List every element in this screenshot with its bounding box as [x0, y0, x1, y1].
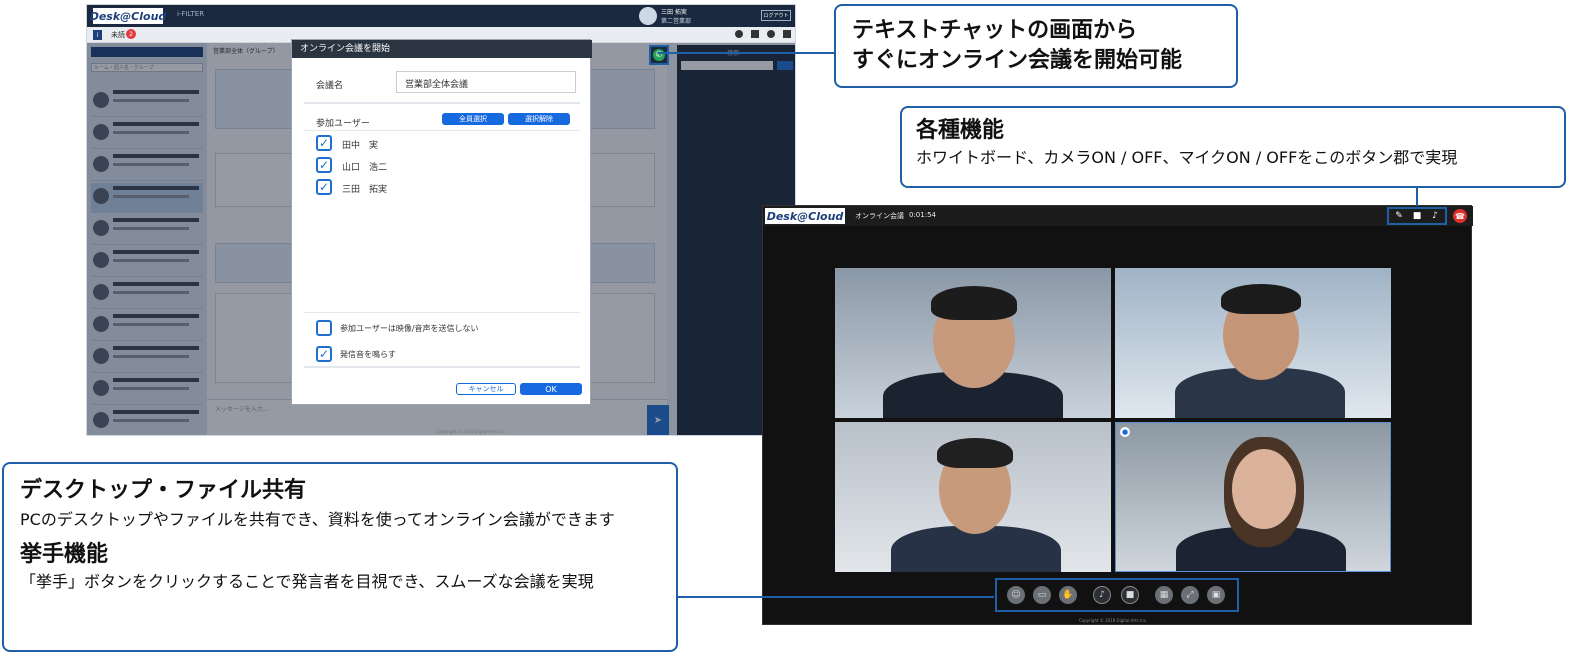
help-icon[interactable] [767, 30, 775, 38]
unread-label[interactable]: 未読 [111, 30, 125, 40]
video-tile-4[interactable]: ● [1115, 422, 1391, 572]
elapsed-time: 0:01:54 [909, 211, 936, 219]
mic-icon[interactable]: ♪ [1429, 210, 1441, 222]
ring-label: 発信音を鳴らす [340, 350, 396, 359]
participant-hair [1221, 284, 1301, 314]
cancel-button[interactable]: キャンセル [456, 383, 516, 395]
video-tile-1[interactable] [835, 268, 1111, 418]
select-all-button[interactable]: 全員選択 [442, 113, 504, 125]
start-meeting-button[interactable]: ✆ [649, 45, 669, 65]
camera-icon[interactable]: ■ [1411, 210, 1423, 222]
raised-hand-indicator: ● [1120, 427, 1130, 437]
no-send-checkbox[interactable]: ✓ [316, 320, 332, 336]
mic-icon[interactable]: ♪ [1093, 586, 1111, 604]
participants-icon[interactable]: ☺ [1007, 586, 1025, 604]
user-avatar [639, 7, 657, 25]
chat-copyright: Copyright © 2018 Digital Arts Inc. [437, 429, 506, 434]
callout-raise-hand-title: 挙手機能 [20, 542, 109, 567]
conference-window: Desk@Cloud オンライン会議 0:01:54 ✎ ■ ♪ ☎ ● ☺ ▭… [762, 205, 1473, 625]
divider [304, 102, 580, 104]
filter-tab[interactable]: i-FILTER [177, 10, 204, 18]
callout-features: 各種機能 ホワイトボード、カメラON / OFF、マイクON / OFFをこのボ… [900, 106, 1566, 188]
start-meeting-dialog: オンライン会議を開始 会議名 営業部全体会議 参加ユーザー 全員選択 選択解除 … [291, 39, 592, 405]
divider [304, 312, 580, 313]
info-icon[interactable]: i [93, 30, 102, 40]
participant-face [1232, 449, 1296, 529]
callout-share-and-hand: デスクトップ・ファイル共有 PCのデスクトップやファイルを共有でき、資料を使って… [2, 462, 678, 652]
contacts-icon[interactable] [783, 30, 791, 38]
video-tile-3[interactable] [835, 422, 1111, 572]
raise-hand-icon[interactable]: ✋ [1059, 586, 1077, 604]
callout-desktop-share-body: PCのデスクトップやファイルを共有でき、資料を使ってオンライン会議ができます [20, 510, 615, 529]
divider [304, 366, 580, 368]
callout-text-chat-line1: テキストチャットの画面から [852, 18, 1138, 43]
participant-hair [931, 286, 1017, 320]
conference-logo: Desk@Cloud [765, 208, 845, 224]
unread-badge: 2 [126, 29, 136, 39]
camera-icon[interactable]: ■ [1121, 586, 1139, 604]
deselect-all-button[interactable]: 選択解除 [508, 113, 570, 125]
logout-button[interactable]: ログアウト [761, 10, 791, 21]
conference-title: オンライン会議 [855, 212, 904, 220]
no-send-label: 参加ユーザーは映像/音声を送信しない [340, 324, 479, 333]
conference-toolbar [995, 578, 1239, 612]
leader-line-toolbar [678, 596, 994, 598]
whiteboard-icon[interactable]: ▣ [1207, 586, 1225, 604]
user-name: 三田 拓実 [661, 9, 687, 16]
participant-name: 山口 浩二 [342, 163, 388, 173]
video-tile-2[interactable] [1115, 268, 1391, 418]
user-dept: 第二営業部 [661, 18, 692, 25]
phone-icon: ✆ [653, 49, 665, 61]
hangup-icon[interactable]: ☎ [1453, 209, 1467, 223]
callout-desktop-share-title: デスクトップ・ファイル共有 [20, 478, 307, 503]
ok-button[interactable]: OK [520, 383, 582, 395]
chat-window: Desk@Cloud i-FILTER 三田 拓実 第二営業部 ログアウト i … [86, 4, 796, 436]
conference-copyright: Copyright © 2018 Digital Arts Inc. [1079, 618, 1148, 623]
gear-icon[interactable] [735, 30, 743, 38]
callout-features-body: ホワイトボード、カメラON / OFF、マイクON / OFFをこのボタン郡で実… [916, 148, 1458, 167]
meeting-name-label: 会議名 [316, 81, 344, 91]
fullscreen-icon[interactable]: ⤢ [1181, 586, 1199, 604]
whiteboard-icon[interactable]: ✎ [1393, 210, 1405, 222]
board-icon[interactable] [751, 30, 759, 38]
dialog-title: オンライン会議を開始 [292, 40, 592, 58]
callout-features-title: 各種機能 [916, 118, 1005, 143]
participant-checkbox[interactable]: ✓ [316, 135, 332, 151]
app-logo: Desk@Cloud [89, 8, 167, 24]
participant-checkbox[interactable]: ✓ [316, 157, 332, 173]
participants-label: 参加ユーザー [316, 119, 370, 129]
leader-line-features [1416, 188, 1418, 206]
callout-text-chat-line2: すぐにオンライン会議を開始可能 [852, 48, 1183, 73]
leader-line-text-chat [658, 52, 836, 54]
participant-hair [937, 438, 1013, 468]
ring-checkbox[interactable]: ✓ [316, 346, 332, 362]
divider [304, 130, 580, 131]
meeting-name-input[interactable]: 営業部全体会議 [396, 71, 576, 93]
callout-raise-hand-body: 「挙手」ボタンをクリックすることで発言者を目視でき、スムーズな会議を実現 [20, 572, 594, 591]
screen-share-icon[interactable]: ▭ [1033, 586, 1051, 604]
conference-titlebar: Desk@Cloud オンライン会議 0:01:54 ✎ ■ ♪ ☎ [763, 206, 1473, 226]
callout-text-chat: テキストチャットの画面から すぐにオンライン会議を開始可能 [834, 4, 1238, 88]
participant-name: 田中 実 [342, 141, 379, 151]
layout-icon[interactable]: ▦ [1155, 586, 1173, 604]
chat-topbar: Desk@Cloud i-FILTER 三田 拓実 第二営業部 ログアウト [87, 5, 795, 27]
participant-checkbox[interactable]: ✓ [316, 179, 332, 195]
participant-name: 三田 拓実 [342, 185, 388, 195]
